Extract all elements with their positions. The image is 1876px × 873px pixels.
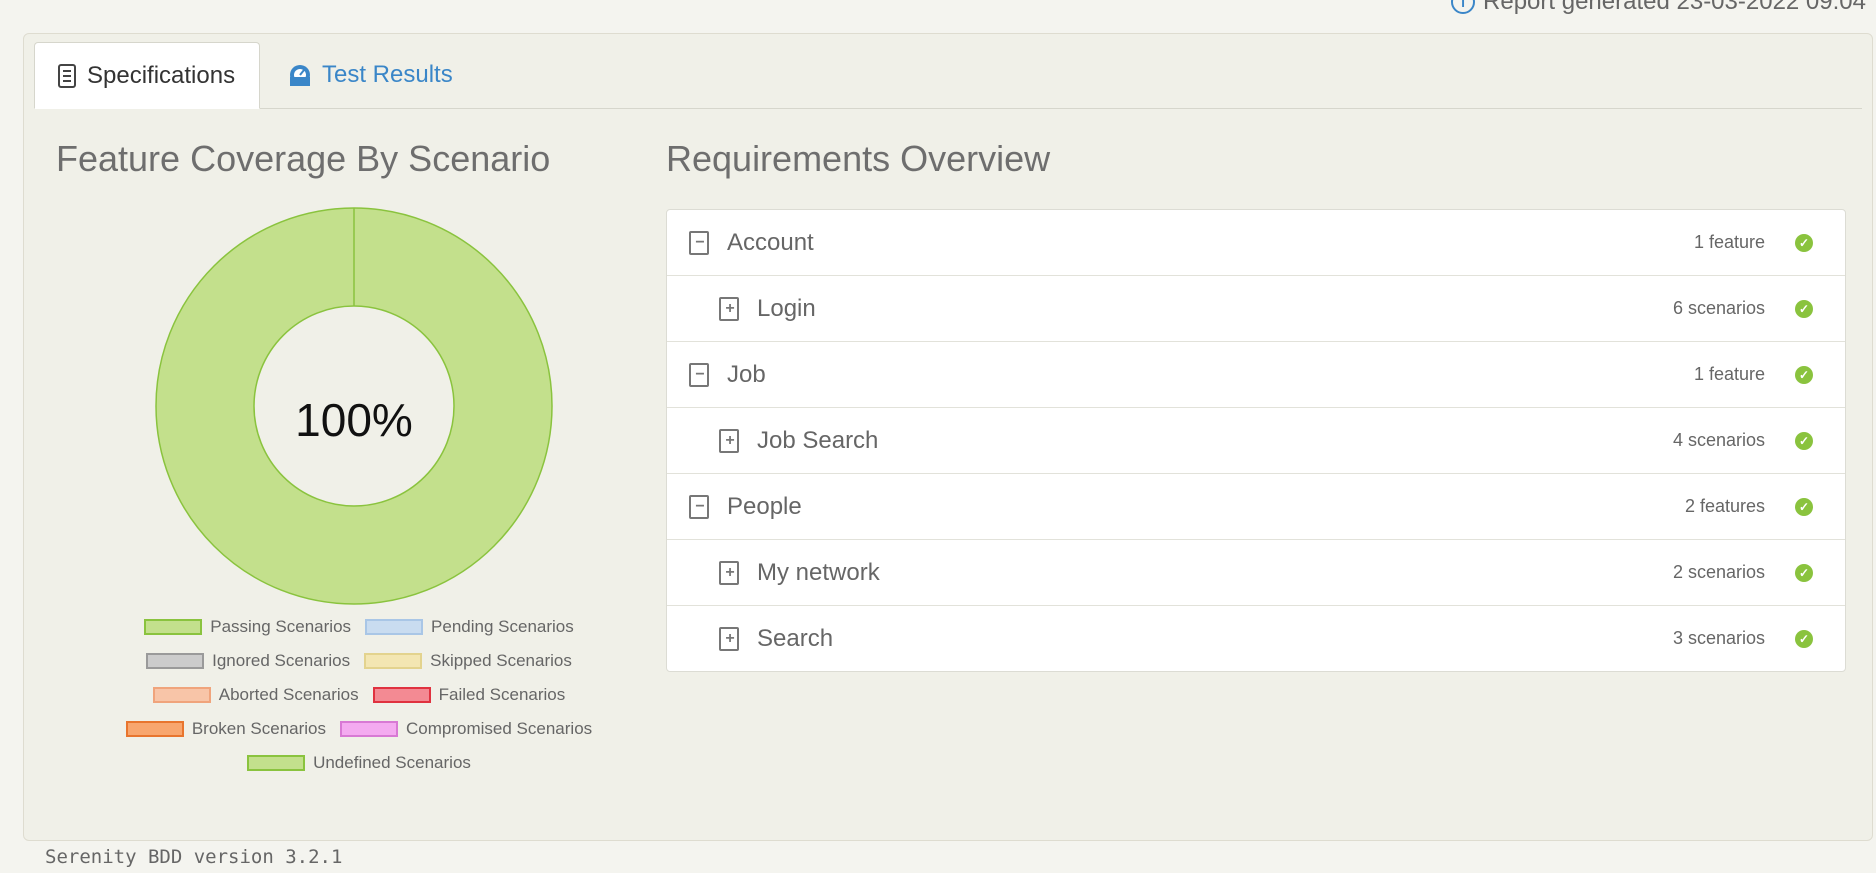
legend-item: Passing Scenarios [144, 616, 351, 638]
requirement-row[interactable]: + Login 6 scenarios ✓ [667, 276, 1845, 342]
legend-label: Passing Scenarios [210, 617, 352, 636]
tab-bar: Specifications Test Results [34, 42, 1862, 109]
requirement-row[interactable]: − Account 1 feature ✓ [667, 210, 1845, 276]
expand-icon[interactable]: + [719, 626, 739, 651]
legend-item: Failed Scenarios [372, 684, 566, 706]
tab-specifications-label: Specifications [87, 61, 236, 89]
footer-version: Serenity BDD version 3.2.1 [45, 846, 343, 868]
coverage-donut-chart: 100% [154, 206, 554, 606]
requirement-count: 1 feature [1693, 232, 1765, 252]
expand-icon[interactable]: + [719, 428, 739, 453]
legend-row: Broken Scenarios Compromised Scenarios [94, 718, 624, 740]
collapse-icon[interactable]: − [689, 362, 709, 387]
legend-label: Aborted Scenarios [218, 685, 359, 704]
requirement-row[interactable]: + Search 3 scenarios ✓ [667, 606, 1845, 671]
collapse-icon[interactable]: − [689, 230, 709, 255]
legend-row: Undefined Scenarios [94, 752, 624, 774]
requirements-table: − Account 1 feature ✓ + Login 6 scenarios ✓ − Job… [666, 209, 1846, 672]
legend-swatch [364, 653, 423, 669]
legend-swatch [365, 619, 424, 635]
passed-check-icon: ✓ [1795, 233, 1813, 252]
legend-label: Pending Scenarios [431, 617, 574, 636]
legend-swatch [125, 721, 184, 737]
tab-test-results-label: Test Results [322, 61, 453, 88]
report-generated-text: Report generated 23-03-2022 09:04 [1483, 0, 1866, 15]
legend-label: Ignored Scenarios [212, 651, 351, 670]
legend-swatch [144, 619, 203, 635]
speedometer-icon [290, 65, 310, 86]
expander-sign: − [695, 233, 705, 251]
legend-swatch [152, 687, 211, 703]
legend-label: Failed Scenarios [438, 685, 566, 704]
requirement-row[interactable]: + Job Search 4 scenarios ✓ [667, 408, 1845, 474]
legend-item: Skipped Scenarios [364, 650, 572, 672]
passed-check-icon: ✓ [1795, 497, 1813, 516]
passed-check-icon: ✓ [1795, 629, 1813, 648]
expander-sign: − [695, 365, 705, 383]
passed-check-icon: ✓ [1795, 563, 1813, 582]
requirement-name[interactable]: Account [727, 229, 814, 257]
legend-row: Passing Scenarios Pending Scenarios [94, 616, 624, 638]
coverage-legend: Passing Scenarios Pending Scenarios Ignore… [94, 616, 624, 786]
expander-sign: + [725, 629, 735, 647]
legend-item: Aborted Scenarios [152, 684, 359, 706]
requirement-count: 4 scenarios [1672, 430, 1765, 450]
requirement-count: 6 scenarios [1672, 298, 1765, 318]
legend-swatch [372, 687, 431, 703]
legend-swatch [340, 721, 399, 737]
legend-item: Broken Scenarios [125, 718, 327, 740]
requirement-row[interactable]: + My network 2 scenarios ✓ [667, 540, 1845, 606]
requirement-count: 2 scenarios [1672, 562, 1765, 582]
requirements-title: Requirements Overview [666, 138, 1051, 179]
legend-label: Skipped Scenarios [430, 651, 572, 670]
passed-check-icon: ✓ [1795, 365, 1813, 384]
legend-label: Compromised Scenarios [406, 719, 593, 738]
legend-item: Compromised Scenarios [340, 718, 592, 740]
requirement-name[interactable]: People [727, 493, 802, 521]
requirement-name[interactable]: My network [757, 559, 880, 587]
passed-check-icon: ✓ [1795, 299, 1813, 318]
legend-swatch [146, 653, 205, 669]
expander-sign: − [695, 497, 705, 515]
coverage-percent: 100% [295, 394, 413, 446]
legend-item: Undefined Scenarios [247, 752, 471, 774]
expander-sign: + [725, 431, 735, 449]
main-panel: Specifications Test Results Feature Cove… [23, 33, 1873, 841]
legend-label: Undefined Scenarios [313, 753, 471, 772]
legend-row: Ignored Scenarios Skipped Scenarios [94, 650, 624, 672]
collapse-icon[interactable]: − [689, 494, 709, 519]
legend-item: Ignored Scenarios [146, 650, 350, 672]
requirement-row[interactable]: − People 2 features ✓ [667, 474, 1845, 540]
info-icon: i [1451, 0, 1476, 14]
expander-sign: + [725, 299, 735, 317]
legend-item: Pending Scenarios [365, 616, 574, 638]
requirement-count: 2 features [1684, 496, 1765, 516]
expand-icon[interactable]: + [719, 296, 739, 321]
passed-check-icon: ✓ [1795, 431, 1813, 450]
legend-swatch [247, 755, 306, 771]
legend-label: Broken Scenarios [191, 719, 327, 738]
expand-icon[interactable]: + [719, 560, 739, 585]
coverage-title: Feature Coverage By Scenario [56, 138, 551, 179]
requirement-name[interactable]: Job [727, 361, 766, 389]
requirement-name[interactable]: Search [757, 625, 833, 653]
legend-row: Aborted Scenarios Failed Scenarios [94, 684, 624, 706]
tab-test-results[interactable]: Test Results [266, 42, 475, 108]
report-generated: i Report generated 23-03-2022 09:04 [1451, 0, 1866, 16]
requirement-row[interactable]: − Job 1 feature ✓ [667, 342, 1845, 408]
document-list-icon [58, 63, 76, 88]
requirement-count: 1 feature [1693, 364, 1765, 384]
requirement-name[interactable]: Job Search [757, 427, 878, 455]
requirement-name[interactable]: Login [757, 295, 816, 323]
tab-specifications[interactable]: Specifications [34, 42, 260, 109]
expander-sign: + [725, 563, 735, 581]
requirement-count: 3 scenarios [1672, 628, 1765, 648]
